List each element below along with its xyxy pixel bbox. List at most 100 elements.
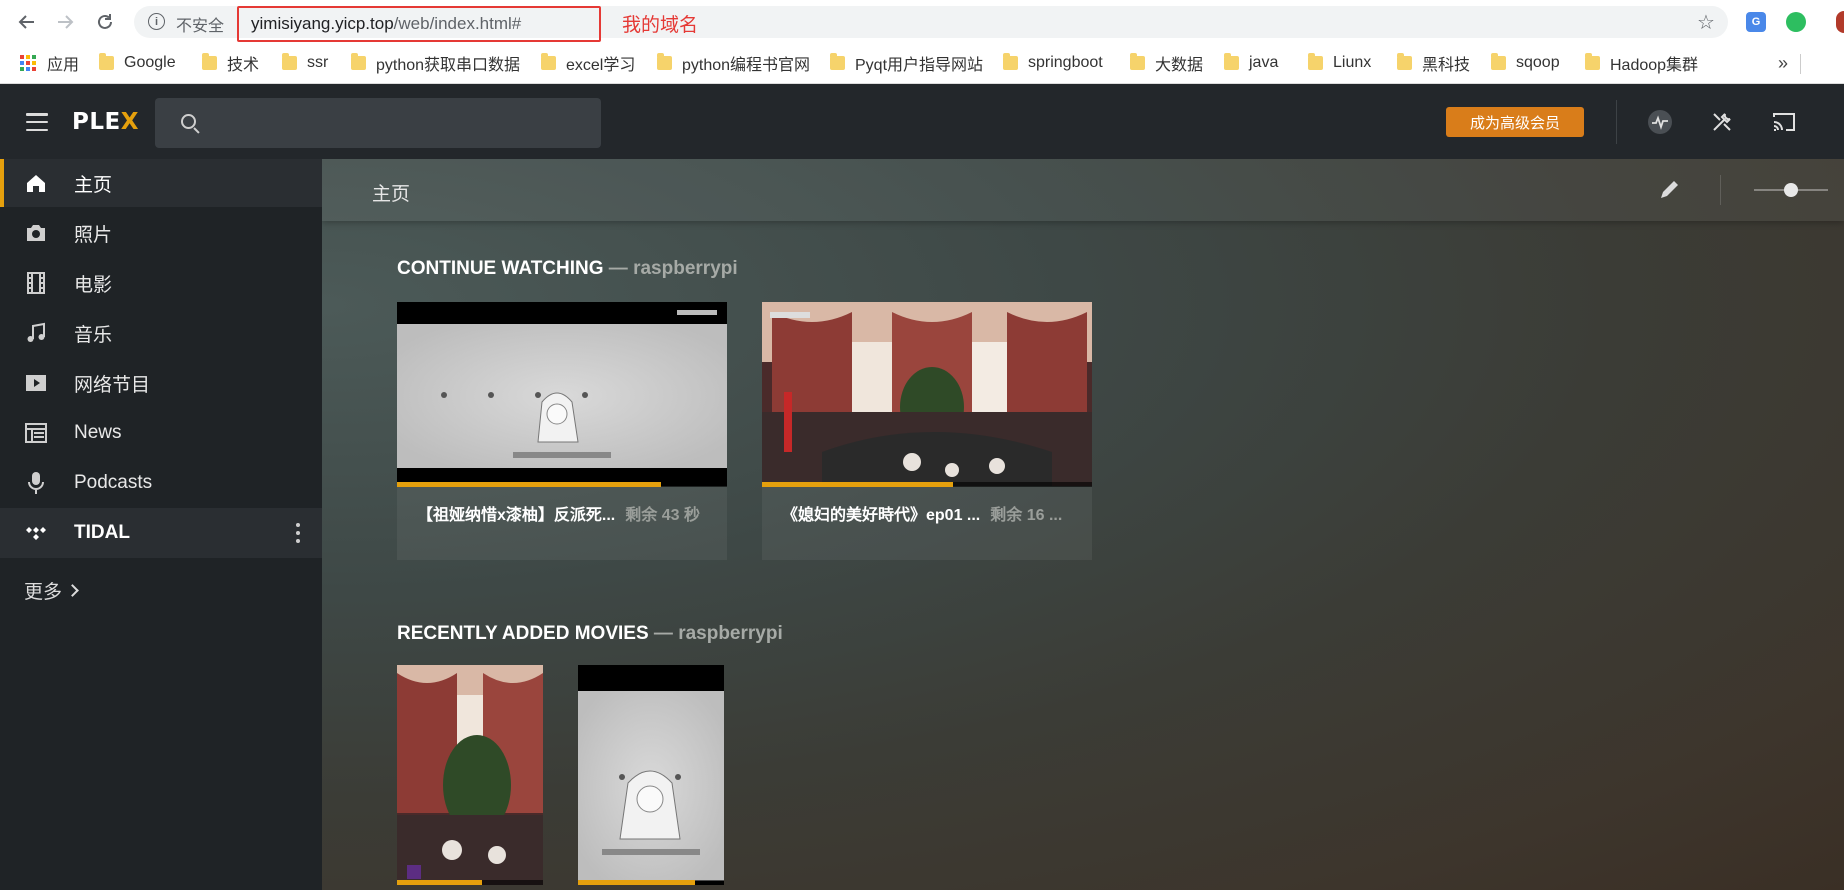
card-caption[interactable]: 《媳妇的美好時代》ep01 ... 剩余 16 ... [782, 501, 1082, 525]
main-content: 主页 CONTINUE WATCHING — raspberrypi 【祖娅纳惜… [322, 159, 1844, 890]
bookmark-label: 应用 [47, 57, 80, 74]
movie-poster[interactable] [578, 665, 724, 885]
section-separator: — [648, 623, 679, 644]
poster-size-slider[interactable] [1754, 183, 1828, 197]
more-options-icon[interactable] [296, 523, 300, 543]
back-icon[interactable] [14, 9, 40, 35]
sidebar-item-photos[interactable]: 照片 [0, 209, 322, 257]
camera-icon [24, 221, 48, 245]
sidebar-item-label: News [74, 422, 122, 443]
reload-icon[interactable] [92, 9, 118, 35]
news-icon [24, 421, 48, 445]
section-separator: — [603, 258, 634, 279]
bookmark-star-icon[interactable]: ☆ [1697, 10, 1715, 35]
watch-progress-bar [397, 482, 727, 487]
recently-added-heading[interactable]: RECENTLY ADDED MOVIES — raspberrypi [397, 623, 783, 645]
bookmarks-divider [1800, 54, 1801, 74]
search-icon [181, 114, 196, 129]
sidebar-item-news[interactable]: News [0, 409, 322, 457]
sidebar-item-label: 网络节目 [74, 374, 151, 396]
bookmark-springboot[interactable]: springboot [1003, 51, 1103, 75]
watch-progress-fill [397, 880, 482, 885]
continue-watching-card[interactable]: 《媳妇的美好時代》ep01 ... 剩余 16 ... [762, 302, 1092, 560]
url-highlight-box[interactable]: yimisiyang.yicp.top/web/index.html# [237, 6, 601, 42]
bookmark-label: python获取串口数据 [376, 57, 521, 74]
bookmark-apps[interactable]: 应用 [20, 51, 79, 75]
watch-progress-fill [762, 482, 954, 487]
sidebar-item-music[interactable]: 音乐 [0, 309, 322, 357]
movie-poster[interactable] [397, 665, 543, 885]
sidebar-item-podcasts[interactable]: Podcasts [0, 459, 322, 507]
sidebar-item-home[interactable]: 主页 [0, 159, 322, 207]
security-label: 不安全 [176, 18, 225, 35]
folder-icon [282, 53, 297, 70]
activity-icon[interactable] [1646, 108, 1674, 136]
cast-icon[interactable] [1770, 108, 1798, 136]
bookmark-bigdata[interactable]: 大数据 [1130, 51, 1203, 75]
continue-watching-heading[interactable]: CONTINUE WATCHING — raspberrypi [397, 258, 738, 280]
profile-avatar[interactable] [1836, 11, 1844, 33]
video-title: 【祖娅纳惜x漆柚】反派死... [417, 507, 616, 524]
bookmark-java[interactable]: java [1224, 51, 1278, 75]
bookmark-sqoop[interactable]: sqoop [1491, 51, 1560, 75]
search-box[interactable] [155, 98, 601, 148]
sidebar-item-label: 照片 [74, 224, 113, 246]
sidebar-item-label: Podcasts [74, 472, 153, 493]
bookmark-label: excel学习 [566, 57, 636, 74]
watch-progress-fill [397, 482, 661, 487]
chevron-right-icon [66, 584, 79, 597]
evernote-icon[interactable] [1786, 12, 1806, 32]
google-translate-icon[interactable]: G [1746, 12, 1766, 32]
info-icon[interactable]: i [148, 13, 165, 30]
sidebar-item-movies[interactable]: 电影 [0, 259, 322, 307]
bookmark-label: springboot [1028, 54, 1103, 71]
menu-icon[interactable] [26, 113, 48, 131]
bookmark-python-books[interactable]: python编程书官网 [657, 51, 810, 75]
more-bookmarks-icon[interactable]: » [1778, 53, 1788, 74]
microphone-icon [24, 471, 48, 495]
tidal-icon [24, 521, 48, 545]
bookmark-label: sqoop [1516, 54, 1560, 71]
folder-icon [1491, 53, 1506, 70]
sidebar-item-tidal[interactable]: TIDAL [0, 508, 322, 558]
page-title: 主页 [372, 184, 411, 205]
plex-logo[interactable]: PLEX [72, 109, 139, 135]
bookmark-hadoop[interactable]: Hadoop集群 [1585, 51, 1698, 75]
search-input[interactable] [211, 108, 581, 138]
bookmark-ssr[interactable]: ssr [282, 51, 328, 75]
continue-watching-card[interactable]: 【祖娅纳惜x漆柚】反派死... 剩余 43 秒 [397, 302, 727, 560]
sidebar-item-web-shows[interactable]: 网络节目 [0, 359, 322, 407]
slider-knob[interactable] [1784, 183, 1798, 197]
go-premium-button[interactable]: 成为高级会员 [1446, 107, 1584, 137]
bookmark-pyqt[interactable]: Pyqt用户指导网站 [830, 51, 983, 75]
folder-icon [830, 53, 845, 70]
video-thumbnail[interactable] [397, 302, 727, 486]
section-title-text: RECENTLY ADDED MOVIES [397, 623, 649, 644]
domain-annotation: 我的域名 [622, 15, 699, 36]
folder-icon [99, 53, 114, 70]
sidebar-item-label: TIDAL [74, 522, 130, 543]
edit-pencil-icon[interactable] [1658, 179, 1680, 201]
bookmark-black-tech[interactable]: 黑科技 [1397, 51, 1470, 75]
card-caption[interactable]: 【祖娅纳惜x漆柚】反派死... 剩余 43 秒 [417, 501, 717, 525]
folder-icon [1003, 53, 1018, 70]
url-host: yimisiyang.yicp.top [251, 14, 394, 33]
folder-icon [1585, 53, 1600, 70]
video-thumbnail[interactable] [762, 302, 1092, 486]
bookmark-tech[interactable]: 技术 [202, 51, 259, 75]
watch-progress-bar [578, 880, 724, 885]
sidebar-more-link[interactable]: 更多 [24, 577, 79, 604]
time-remaining: 剩余 16 ... [990, 507, 1063, 524]
url-text[interactable]: yimisiyang.yicp.top/web/index.html# [251, 14, 521, 34]
forward-icon[interactable] [52, 9, 78, 35]
settings-tools-icon[interactable] [1708, 108, 1736, 136]
apps-grid-icon [20, 55, 36, 71]
sidebar-item-label: 主页 [74, 174, 113, 196]
browser-chrome: i 不安全 yimisiyang.yicp.top/web/index.html… [0, 0, 1844, 84]
logo-text: PLE [72, 109, 121, 135]
bookmark-google[interactable]: Google [99, 51, 176, 75]
bookmark-excel[interactable]: excel学习 [541, 51, 635, 75]
main-topbar: 主页 [322, 159, 1844, 221]
bookmark-python-serial[interactable]: python获取串口数据 [351, 51, 520, 75]
bookmark-linux[interactable]: Liunx [1308, 51, 1371, 75]
